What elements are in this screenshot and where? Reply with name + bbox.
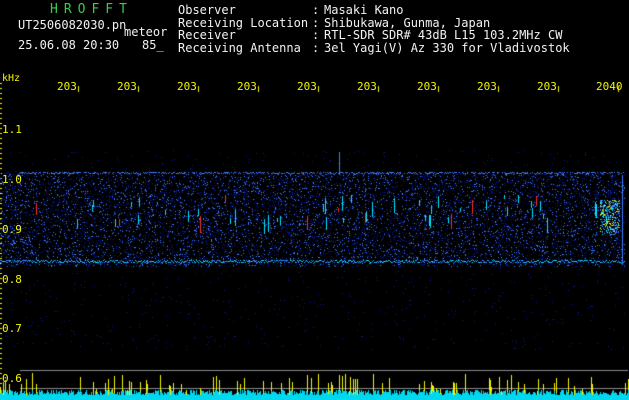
info-value: Masaki Kano (324, 3, 404, 17)
info-row-observer: Observer: Masaki Kano (178, 3, 404, 17)
time-tick-label: 203 (57, 80, 77, 93)
info-value: RTL-SDR SDR# 43dB L15 103.2MHz CW (324, 28, 563, 42)
time-tick-label: 203 (357, 80, 377, 93)
time-tick-label: 203 (477, 80, 497, 93)
frequency-unit-label: kHz (2, 73, 21, 84)
datetime-label: 25.06.08 20:30 (18, 38, 120, 52)
info-row-antenna: Receiving Antenna:3el Yagi(V) Az 330 for… (178, 40, 570, 55)
time-tick-label: 203 (177, 80, 197, 93)
spectrogram-canvas (0, 0, 629, 400)
freq-tick-label: 0.7 (2, 322, 22, 335)
freq-tick-label: 0.6 (2, 372, 22, 385)
app-title: HROFFT (50, 2, 133, 17)
time-tick-label: 203 (537, 80, 557, 93)
freq-tick-label: 1.1 (2, 123, 22, 136)
info-key: Observer (178, 3, 236, 17)
meteor-count: 85_ (142, 38, 164, 52)
info-row-receiver: Receiver: RTL-SDR SDR# 43dB L15 103.2MHz … (178, 28, 563, 42)
time-tick-label: 203 (117, 80, 137, 93)
meteor-label: meteor (124, 25, 168, 39)
freq-tick-label: 0.9 (2, 223, 22, 236)
time-tick-label: 203 (237, 80, 257, 93)
time-tick-label: 203 (417, 80, 437, 93)
filename-label: UT2506082030.pn (18, 18, 127, 32)
freq-tick-label: 1.0 (2, 173, 22, 186)
info-value: 3el Yagi(V) Az 330 for Vladivostok (324, 40, 570, 55)
observation-info: Observer: Masaki Kano Receiving Location:… (178, 4, 570, 54)
info-key: Receiving Antenna (178, 40, 301, 55)
time-tick-label: 203 (297, 80, 317, 93)
info-key: Receiver (178, 28, 236, 42)
time-tick-label: 2040 (596, 80, 623, 93)
freq-tick-label: 0.8 (2, 273, 22, 286)
